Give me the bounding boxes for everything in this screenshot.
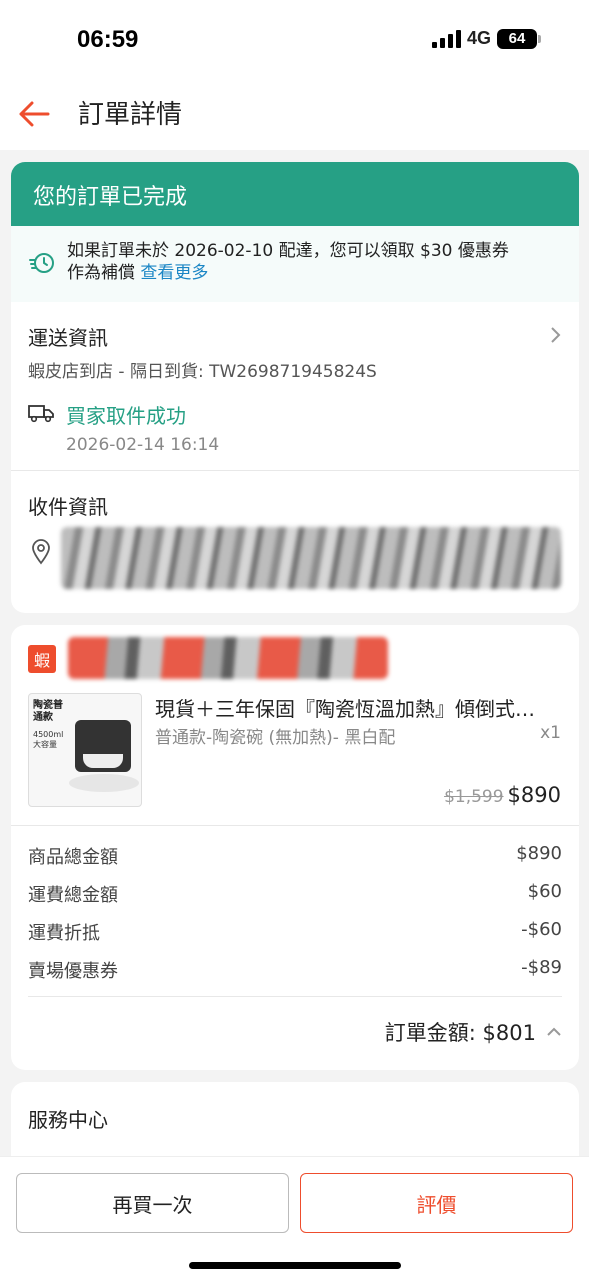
summary-value: -$89 <box>521 957 562 978</box>
summary-label: 商品總金額 <box>28 847 118 868</box>
redacted-shop-name <box>68 637 388 679</box>
signal-icon <box>431 29 461 48</box>
summary-value: $890 <box>516 843 562 864</box>
product-image[interactable]: 陶瓷普通款 4500ml大容量 <box>28 693 142 807</box>
summary-value: -$60 <box>521 919 562 940</box>
product-price: $1,599 $890 <box>444 783 561 807</box>
redacted-recipient-info <box>61 527 561 589</box>
product-variant: 普通款-陶瓷碗 (無加熱)- 黑白配 <box>155 728 396 748</box>
summary-label: 運費總金額 <box>28 885 118 906</box>
chevron-up-icon <box>547 1027 561 1036</box>
notice-line-2: 作為補償 <box>67 263 135 283</box>
feeder-bowl <box>83 754 123 768</box>
status-time: 06:59 <box>77 26 139 53</box>
battery-level: 64 <box>508 30 526 47</box>
notice-line-1: 如果訂單未於 2026-02-10 配達，您可以領取 $30 優惠券 <box>67 241 509 261</box>
compensation-notice: 如果訂單未於 2026-02-10 配達，您可以領取 $30 優惠券 作為補償 … <box>11 226 579 302</box>
network-label: 4G <box>466 28 491 48</box>
bottom-action-bar: 再買一次 評價 <box>0 1156 589 1280</box>
review-button[interactable]: 評價 <box>300 1173 573 1233</box>
summary-row-shipping: 運費總金額 $60 <box>28 881 562 907</box>
product-image-label: 陶瓷普通款 <box>33 700 63 723</box>
shop-header[interactable]: 蝦 <box>28 637 388 679</box>
shop-badge: 蝦 <box>28 645 57 673</box>
product-quantity: x1 <box>540 723 561 743</box>
summary-row-shipping-discount: 運費折抵 -$60 <box>28 919 562 945</box>
summary-row-subtotal: 商品總金額 $890 <box>28 843 562 869</box>
home-indicator[interactable] <box>189 1262 401 1269</box>
order-completed-banner: 您的訂單已完成 <box>11 162 579 226</box>
order-total: 訂單金額: $801 <box>384 1021 536 1045</box>
back-arrow-icon <box>19 101 50 127</box>
divider <box>28 996 562 997</box>
chevron-right-icon <box>551 327 561 343</box>
summary-row-coupon: 賣場優惠券 -$89 <box>28 957 562 983</box>
shipping-title: 運送資訊 <box>28 326 108 350</box>
product-card: 蝦 陶瓷普通款 4500ml大容量 現貨＋三年保固『陶瓷恆溫加熱』傾倒式… 普通… <box>11 625 579 1070</box>
recipient-title: 收件資訊 <box>28 495 108 519</box>
summary-label: 運費折抵 <box>28 923 100 944</box>
product-image-capacity: 4500ml大容量 <box>33 730 64 749</box>
shipping-section[interactable]: 運送資訊 蝦皮店到店 - 隔日到貨: TW269871945824S 買家取件成… <box>11 302 579 470</box>
feeder-base <box>69 774 139 792</box>
summary-value: $60 <box>527 881 562 902</box>
shipping-detail: 蝦皮店到店 - 隔日到貨: TW269871945824S <box>28 362 377 382</box>
clock-fast-icon <box>29 253 54 273</box>
location-pin-icon <box>32 539 50 565</box>
delivery-time: 2026-02-14 16:14 <box>66 435 220 455</box>
delivery-status: 買家取件成功 <box>66 404 186 428</box>
truck-icon <box>28 405 54 423</box>
see-more-link[interactable]: 查看更多 <box>140 263 208 283</box>
back-button[interactable] <box>16 96 52 132</box>
status-indicators: 4G 64 <box>431 28 541 49</box>
original-price: $1,599 <box>444 787 504 807</box>
nav-bar: 訂單詳情 <box>0 80 589 150</box>
page-title: 訂單詳情 <box>78 100 183 130</box>
status-bar: 06:59 4G 64 <box>0 0 589 80</box>
divider <box>11 825 579 826</box>
buy-again-button[interactable]: 再買一次 <box>16 1173 289 1233</box>
recipient-section[interactable]: 收件資訊 <box>11 471 579 613</box>
battery-icon: 64 <box>497 28 541 49</box>
summary-label: 賣場優惠券 <box>28 961 118 982</box>
current-price: $890 <box>507 783 561 807</box>
service-center-title: 服務中心 <box>28 1108 108 1132</box>
product-name[interactable]: 現貨＋三年保固『陶瓷恆溫加熱』傾倒式… <box>155 693 565 722</box>
order-total-toggle[interactable]: 訂單金額: $801 <box>385 1017 562 1047</box>
order-info-card: 您的訂單已完成 如果訂單未於 2026-02-10 配達，您可以領取 $30 優… <box>11 162 579 613</box>
